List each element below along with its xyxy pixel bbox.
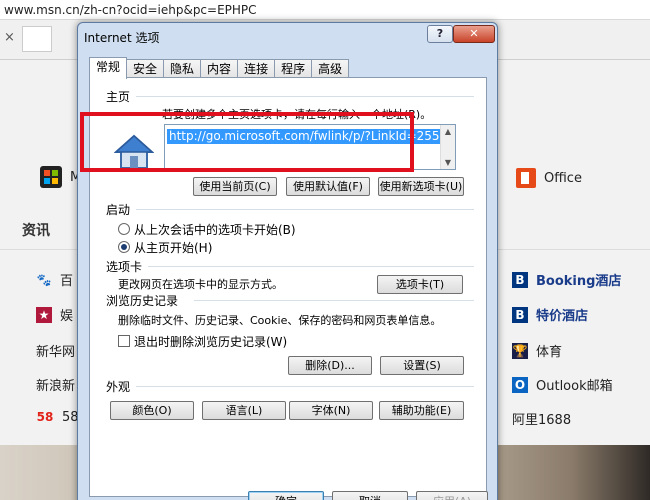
startup-last-session-radio[interactable]: [118, 223, 130, 235]
dialog-title: Internet 选项: [84, 31, 160, 45]
tab-connections[interactable]: 连接: [237, 59, 276, 79]
textarea-scrollbar[interactable]: ▲ ▼: [440, 125, 455, 169]
use-default-button[interactable]: 使用默认值(F): [286, 177, 370, 196]
highlight-box: [80, 112, 414, 172]
left-item-label: 百: [60, 274, 74, 289]
left-item-1[interactable]: 🐾 百: [36, 270, 74, 290]
fonts-button[interactable]: 字体(N): [289, 401, 373, 420]
trophy-icon: 🏆: [512, 342, 528, 359]
languages-button[interactable]: 语言(L): [202, 401, 286, 420]
internet-options-dialog: Internet 选项 ? ✕ 常规 安全 隐私 内容 连接 程序 高级 主页 …: [77, 22, 498, 500]
appearance-separator: [136, 386, 474, 387]
dialog-tabs: 常规 安全 隐私 内容 连接 程序 高级: [89, 57, 350, 79]
startup-section-title: 启动: [106, 203, 131, 217]
booking-icon: B: [512, 271, 528, 288]
accessibility-button[interactable]: 辅助功能(E): [379, 401, 464, 420]
right-item-4[interactable]: O Outlook邮箱: [512, 375, 613, 394]
startup-separator: [136, 209, 474, 210]
right-item-label: Outlook邮箱: [536, 379, 613, 394]
right-item-2[interactable]: B 特价酒店: [512, 305, 588, 324]
browser-tab[interactable]: [22, 26, 52, 52]
right-item-label: 阿里1688: [512, 413, 572, 428]
tab-programs[interactable]: 程序: [274, 59, 313, 79]
close-tab-icon[interactable]: ×: [4, 30, 20, 46]
delete-on-exit-checkbox[interactable]: [118, 335, 130, 347]
colors-button[interactable]: 颜色(O): [110, 401, 194, 420]
tabs-description: 更改网页在选项卡中的显示方式。: [118, 278, 283, 291]
left-item-5[interactable]: 58 58: [36, 409, 79, 425]
left-item-3[interactable]: 新华网: [36, 341, 75, 360]
office-tile[interactable]: Office: [516, 168, 582, 188]
office-label: Office: [544, 170, 582, 186]
scroll-down-icon[interactable]: ▼: [441, 158, 455, 167]
tab-content[interactable]: 内容: [200, 59, 239, 79]
right-item-label: 体育: [536, 345, 563, 360]
ok-button[interactable]: 确定: [248, 491, 324, 500]
booking-icon: B: [512, 306, 528, 323]
apply-button[interactable]: 应用(A): [416, 491, 488, 500]
left-item-4[interactable]: 新浪新: [36, 375, 75, 394]
news-header[interactable]: 资讯: [22, 220, 50, 240]
right-item-3[interactable]: 🏆 体育: [512, 341, 562, 360]
help-button[interactable]: ?: [427, 25, 453, 43]
use-new-tab-button[interactable]: 使用新选项卡(U): [378, 177, 464, 196]
close-button[interactable]: ✕: [453, 25, 495, 43]
dialog-titlebar[interactable]: Internet 选项 ? ✕: [78, 23, 497, 49]
left-item-label: 新浪新: [36, 379, 76, 394]
left-item-2[interactable]: ★ 娱: [36, 305, 73, 324]
star-icon: ★: [36, 306, 52, 323]
appearance-section-title: 外观: [106, 380, 131, 394]
tabs-separator: [148, 266, 474, 267]
outlook-icon: O: [512, 376, 528, 393]
history-separator: [194, 300, 474, 301]
scroll-up-icon[interactable]: ▲: [441, 127, 455, 136]
startup-home-label[interactable]: 从主页开始(H): [134, 239, 212, 256]
history-description: 删除临时文件、历史记录、Cookie、保存的密码和网页表单信息。: [118, 314, 442, 327]
right-item-label: Booking酒店: [536, 274, 622, 289]
home-separator: [136, 96, 474, 97]
delete-history-button[interactable]: 删除(D)...: [288, 356, 372, 375]
tabs-button[interactable]: 选项卡(T): [377, 275, 463, 294]
right-item-5[interactable]: 阿里1688: [512, 409, 571, 428]
tab-privacy[interactable]: 隐私: [163, 59, 202, 79]
tab-general[interactable]: 常规: [89, 57, 128, 79]
store-icon: [40, 166, 62, 188]
58-icon: 58: [36, 410, 54, 424]
store-tile[interactable]: M: [40, 166, 81, 188]
startup-last-session-label[interactable]: 从上次会话中的选项卡开始(B): [134, 221, 296, 238]
history-settings-button[interactable]: 设置(S): [380, 356, 464, 375]
tabs-section-title: 选项卡: [106, 260, 143, 274]
tab-advanced[interactable]: 高级: [311, 59, 350, 79]
office-icon: [516, 168, 536, 188]
home-section-title: 主页: [106, 90, 131, 104]
right-item-1[interactable]: B Booking酒店: [512, 270, 621, 289]
right-item-label: 特价酒店: [536, 309, 589, 324]
address-bar[interactable]: www.msn.cn/zh-cn?ocid=iehp&pc=EPHPC: [0, 0, 650, 20]
cancel-button[interactable]: 取消: [332, 491, 408, 500]
history-section-title: 浏览历史记录: [106, 294, 179, 308]
use-current-button[interactable]: 使用当前页(C): [193, 177, 277, 196]
address-text: www.msn.cn/zh-cn?ocid=iehp&pc=EPHPC: [4, 3, 257, 17]
delete-on-exit-label[interactable]: 退出时删除浏览历史记录(W): [134, 333, 287, 350]
paw-icon: 🐾: [36, 272, 52, 287]
startup-home-radio[interactable]: [118, 241, 130, 253]
left-item-label: 新华网: [36, 345, 76, 360]
tab-security[interactable]: 安全: [126, 59, 165, 79]
left-item-label: 娱: [60, 309, 74, 324]
